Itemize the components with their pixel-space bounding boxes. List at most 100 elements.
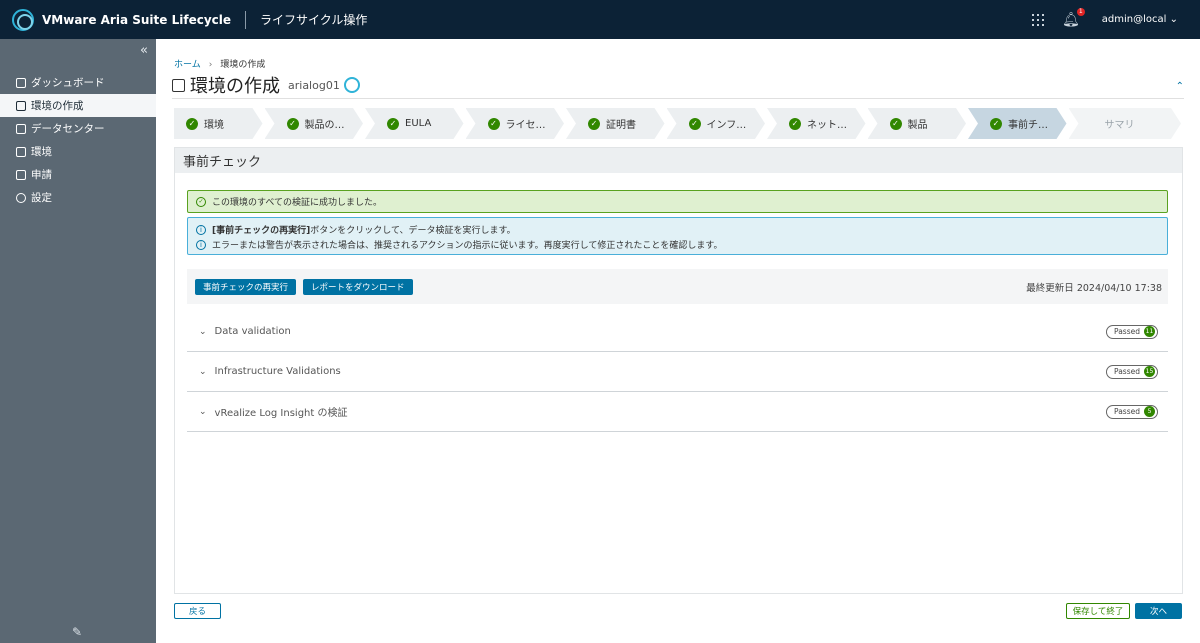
info-text-2: エラーまたは警告が表示された場合は、推奨されるアクションの指示に従います。再度実… [212, 241, 723, 251]
passed-count: 5 [1144, 406, 1155, 417]
info-bold-text: [事前チェックの再実行] [212, 226, 311, 236]
action-bar: 事前チェックの再実行 レポートをダウンロード 最終更新日 2024/04/10 … [187, 269, 1168, 304]
rerun-precheck-button[interactable]: 事前チェックの再実行 [195, 278, 297, 295]
pin-icon[interactable]: ✎ [72, 625, 82, 639]
step-label: 環境 [204, 120, 224, 131]
step-product-details[interactable]: ✓ 製品 [868, 108, 967, 139]
success-message: この環境のすべての検証に成功しました。 [212, 198, 383, 208]
validation-name: Infrastructure Validations [214, 366, 341, 377]
last-updated-label: 最終更新日 [1026, 282, 1074, 294]
chevron-down-icon: ⌄ [1169, 14, 1178, 25]
save-and-exit-button[interactable]: 保存して終了 [1066, 603, 1130, 619]
step-label: 事前チ… [1008, 120, 1048, 131]
last-updated-value: 2024/04/10 17:38 [1076, 282, 1162, 294]
step-summary[interactable]: サマリ [1069, 108, 1182, 139]
panel-title: 事前チェック [175, 148, 1182, 173]
status-label: Passed [1114, 367, 1140, 376]
sidebar-item-dashboard[interactable]: ダッシュボード [0, 71, 156, 94]
info-alert: i [事前チェックの再実行] ボタンをクリックして、データ検証を実行します。 iエ… [187, 217, 1168, 255]
user-name: admin@local [1101, 14, 1167, 25]
datacenter-icon [16, 123, 26, 134]
page-title: 環境の作成 [190, 76, 280, 97]
step-network[interactable]: ✓ ネット… [767, 108, 866, 139]
sidebar-item-label: 環境の作成 [31, 100, 84, 112]
sidebar-item-label: 環境 [31, 146, 52, 158]
status-badge: Passed 5 [1106, 404, 1158, 419]
collapse-sidebar-icon[interactable]: « [140, 43, 148, 58]
sidebar: « ダッシュボード 環境の作成 データセンター 環境 申請 設定 ✎ [0, 39, 156, 643]
check-icon: ✓ [890, 118, 902, 130]
notification-badge: 1 [1076, 7, 1085, 16]
validation-row[interactable]: ⌄ Infrastructure Validations Passed 15 [187, 352, 1168, 392]
step-label: 証明書 [606, 120, 636, 131]
step-eula[interactable]: ✓ EULA [365, 108, 464, 139]
chevron-down-icon[interactable]: ⌄ [199, 367, 207, 377]
info-icon: i [196, 224, 206, 235]
back-button[interactable]: 戻る [174, 603, 221, 619]
step-precheck[interactable]: ✓ 事前チ… [968, 108, 1067, 139]
sidebar-item-label: ダッシュボード [31, 77, 105, 89]
check-icon: ✓ [488, 118, 500, 130]
step-products[interactable]: ✓ 製品の… [265, 108, 364, 139]
validation-row[interactable]: ⌄ Data validation Passed 11 [187, 312, 1168, 352]
last-updated: 最終更新日 2024/04/10 17:38 [1026, 280, 1162, 294]
sidebar-item-label: 設定 [31, 192, 52, 204]
download-report-button[interactable]: レポートをダウンロード [303, 278, 413, 295]
sidebar-item-create-environment[interactable]: 環境の作成 [0, 94, 156, 117]
validation-row[interactable]: ⌄ vRealize Log Insight の検証 Passed 5 [187, 392, 1168, 432]
sidebar-item-settings[interactable]: 設定 [0, 186, 156, 209]
gear-icon [16, 192, 26, 203]
check-icon: ✓ [387, 118, 399, 130]
step-certificate[interactable]: ✓ 証明書 [566, 108, 665, 139]
step-infrastructure[interactable]: ✓ インフ… [667, 108, 766, 139]
collapse-up-icon[interactable]: ⌃ [1176, 81, 1184, 92]
sidebar-item-datacenter[interactable]: データセンター [0, 117, 156, 140]
step-label: ネット… [807, 120, 847, 131]
header-divider [245, 10, 247, 29]
app-switcher-icon[interactable] [1032, 13, 1044, 26]
success-check-icon: ✓ [196, 196, 206, 207]
sidebar-item-environment[interactable]: 環境 [0, 140, 156, 163]
status-label: Passed [1114, 407, 1140, 416]
create-environment-icon [16, 100, 26, 111]
sidebar-item-label: データセンター [31, 123, 105, 135]
check-icon: ✓ [588, 118, 600, 130]
passed-count: 11 [1144, 326, 1155, 337]
step-license[interactable]: ✓ ライセ… [466, 108, 565, 139]
step-environment[interactable]: ✓ 環境 [174, 108, 263, 139]
info-text: ボタンをクリックして、データ検証を実行します。 [310, 226, 516, 236]
precheck-panel: 事前チェック ✓ この環境のすべての検証に成功しました。 i [事前チェックの再実… [174, 147, 1183, 594]
header-section-title: ライフサイクル操作 [260, 13, 368, 27]
notifications-bell-icon[interactable]: 🔔︎ 1 [1062, 7, 1085, 28]
environment-status-icon [343, 77, 360, 93]
user-menu[interactable]: admin@local ⌄ [1102, 14, 1178, 25]
breadcrumb-current: 環境の作成 [220, 60, 266, 70]
passed-count: 15 [1144, 366, 1155, 377]
sidebar-item-label: 申請 [31, 169, 52, 181]
request-icon [16, 169, 26, 180]
environment-name: arialog01 [288, 78, 340, 92]
next-button[interactable]: 次へ [1135, 603, 1182, 619]
status-badge: Passed 15 [1106, 364, 1158, 379]
step-label: 製品 [907, 120, 928, 131]
check-icon: ✓ [789, 118, 801, 130]
sidebar-item-requests[interactable]: 申請 [0, 163, 156, 186]
validation-name: vRealize Log Insight の検証 [214, 408, 348, 419]
step-label: サマリ [1104, 120, 1135, 131]
breadcrumb-home-link[interactable]: ホーム [174, 60, 201, 70]
step-label: ライセ… [505, 120, 546, 131]
app-title: VMware Aria Suite Lifecycle [42, 12, 232, 27]
breadcrumb-separator: › [208, 60, 213, 70]
wizard-stepper: ✓ 環境 ✓ 製品の… ✓ EULA ✓ ライセ… ✓ 証明書 ✓ インフ… ✓ ネット… ✓… [174, 108, 1183, 139]
check-icon: ✓ [990, 118, 1002, 130]
environment-icon [16, 146, 26, 157]
validation-list: ⌄ Data validation Passed 11 ⌄ Infrastruct… [187, 312, 1168, 432]
info-icon: i [196, 239, 206, 250]
status-badge: Passed 11 [1106, 324, 1158, 339]
chevron-down-icon[interactable]: ⌄ [199, 407, 207, 417]
status-label: Passed [1114, 327, 1140, 336]
breadcrumb: ホーム › 環境の作成 [174, 57, 265, 70]
chevron-down-icon[interactable]: ⌄ [199, 327, 207, 337]
step-label: 製品の… [304, 120, 345, 131]
create-environment-icon [172, 78, 185, 92]
